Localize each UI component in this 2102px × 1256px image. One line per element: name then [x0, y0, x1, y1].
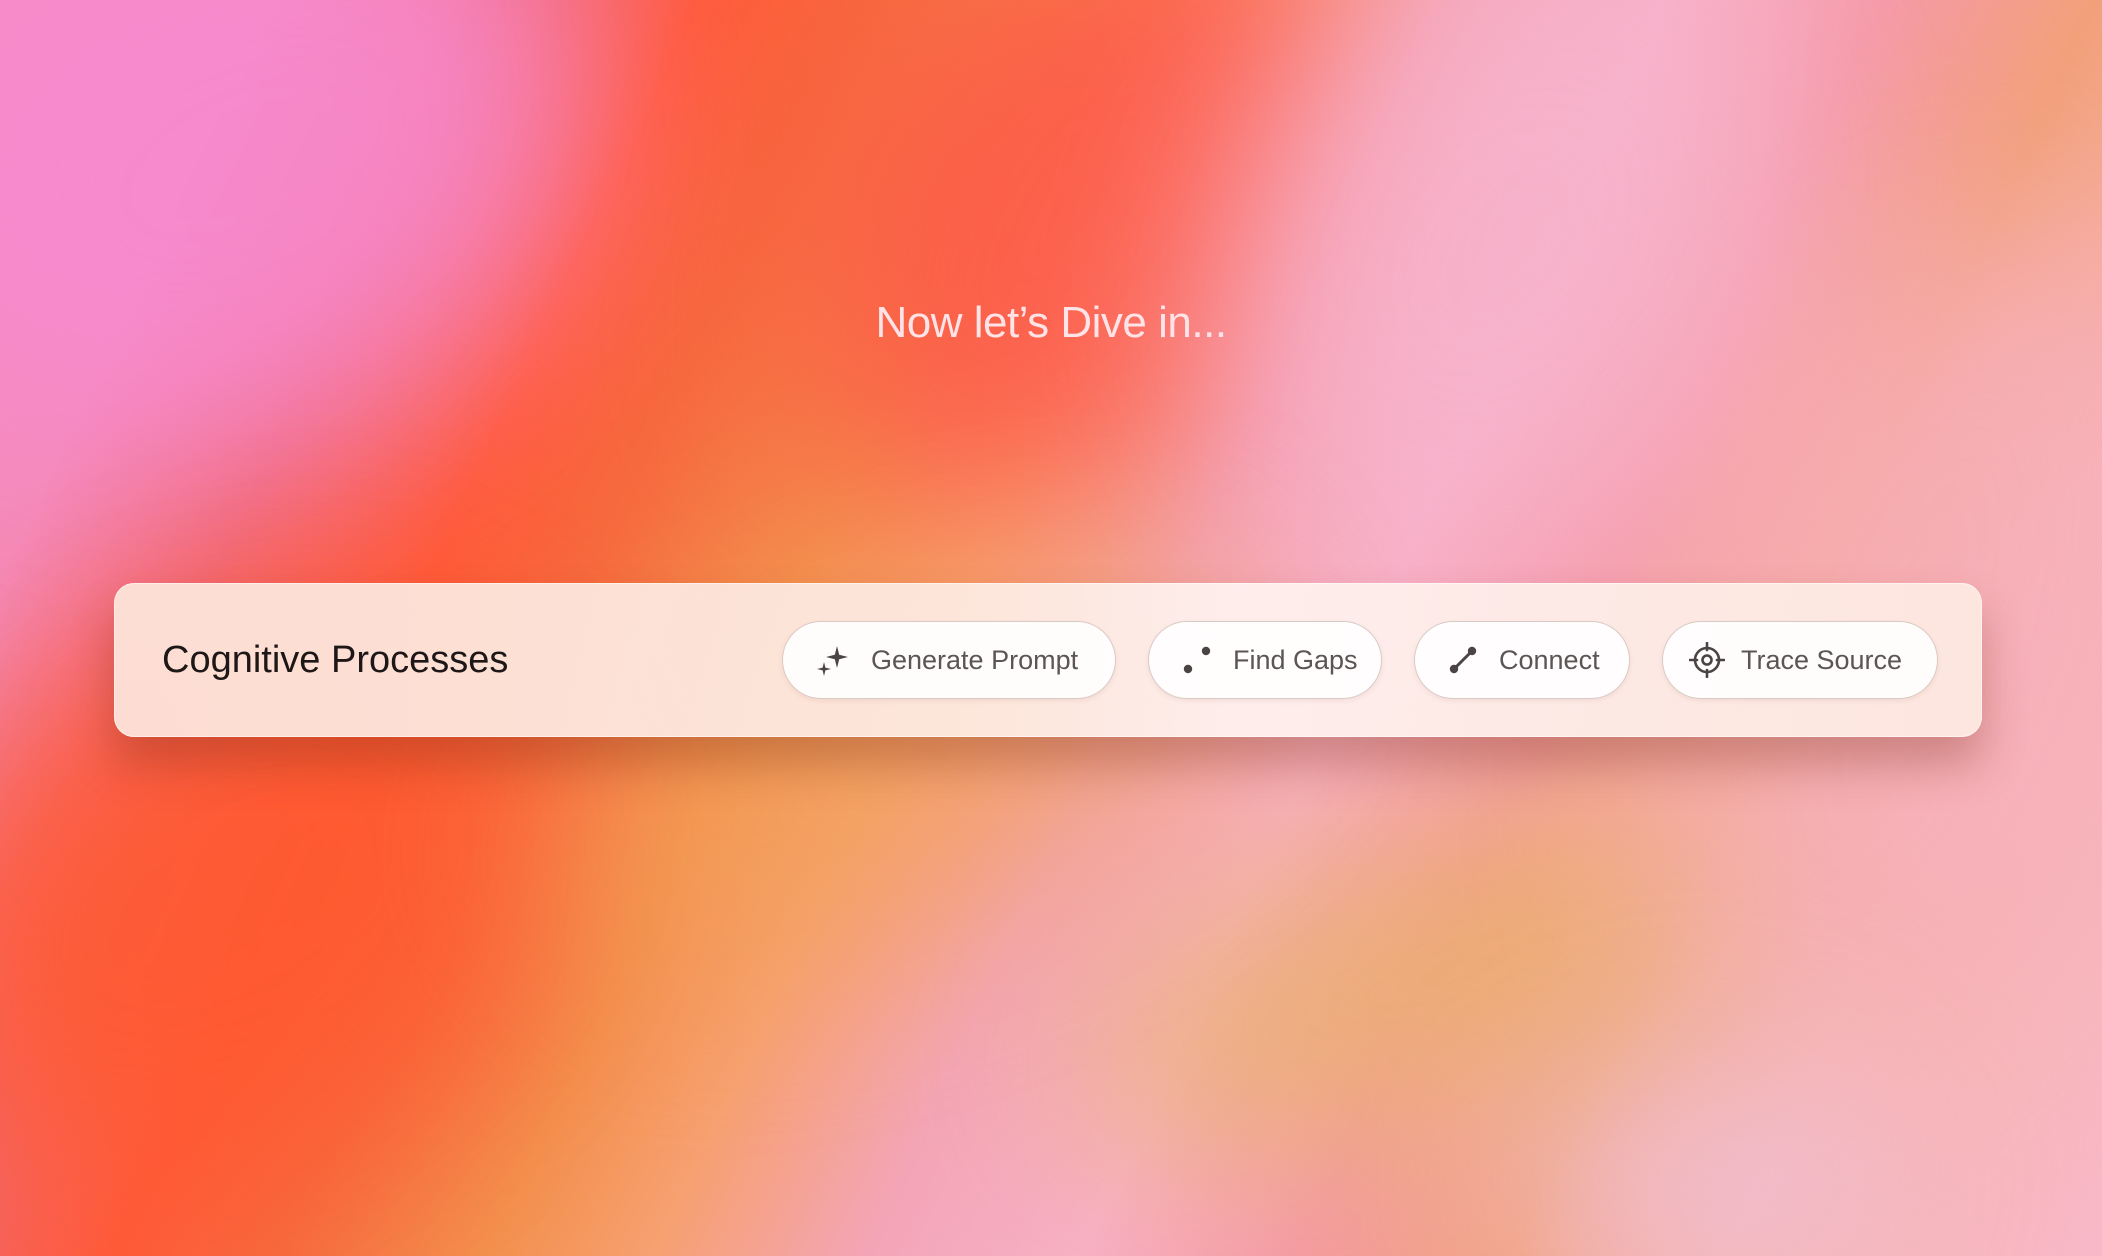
toolbar-title: Cognitive Processes	[162, 639, 509, 681]
connect-label: Connect	[1499, 644, 1600, 675]
cognitive-processes-toolbar: Cognitive Processes Generate Prompt Find…	[114, 583, 1982, 737]
connect-line-icon	[1445, 642, 1481, 678]
find-gaps-button[interactable]: Find Gaps	[1148, 621, 1382, 699]
find-gaps-label: Find Gaps	[1233, 644, 1358, 675]
trace-source-label: Trace Source	[1741, 644, 1903, 675]
connect-button[interactable]: Connect	[1414, 621, 1630, 699]
generate-prompt-label: Generate Prompt	[871, 644, 1079, 675]
crosshair-icon	[1689, 642, 1725, 678]
headline: Now let’s Dive in...	[875, 298, 1227, 347]
dots-icon	[1179, 642, 1215, 678]
generate-prompt-button[interactable]: Generate Prompt	[782, 621, 1116, 699]
sparkles-icon	[815, 642, 851, 678]
trace-source-button[interactable]: Trace Source	[1662, 621, 1938, 699]
